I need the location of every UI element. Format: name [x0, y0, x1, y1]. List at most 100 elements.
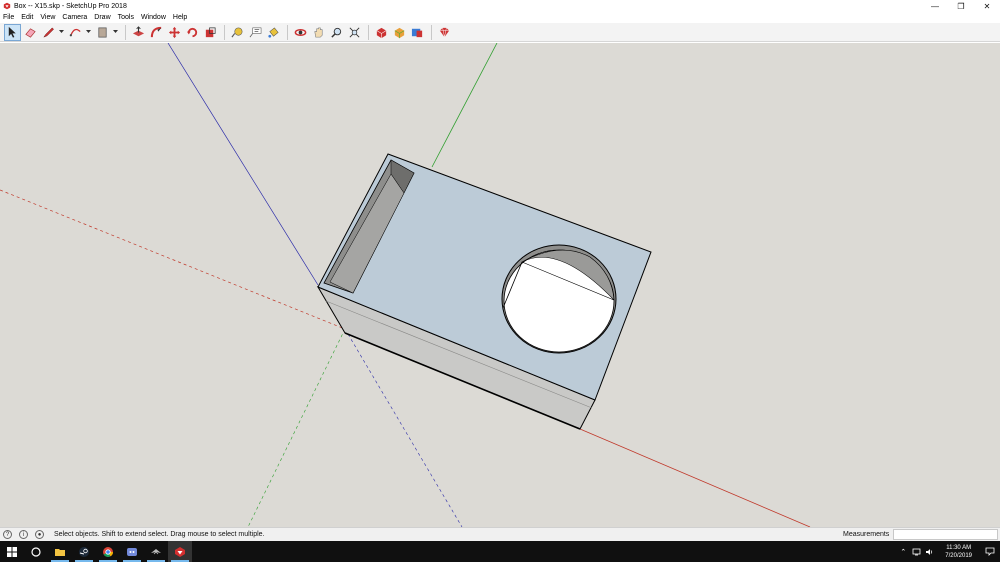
sketchup-app-icon [3, 2, 11, 10]
taskbar-file-explorer[interactable] [48, 541, 72, 562]
line-tool-button[interactable] [40, 24, 57, 41]
text-label-icon [249, 27, 262, 37]
user-icon[interactable]: ● [35, 530, 44, 539]
network-icon[interactable] [911, 547, 921, 557]
red-axis-dashed [0, 189, 346, 330]
push-pull-icon [132, 25, 145, 36]
orbit-tool-button[interactable] [292, 24, 309, 41]
windows-taskbar: ⌃ 11:30 AM 7/20/2019 [0, 541, 1000, 562]
steam-icon [79, 546, 89, 557]
eraser-tool-button[interactable] [22, 24, 39, 41]
system-tray: ⌃ 11:30 AM 7/20/2019 [898, 541, 1000, 562]
measurements-input[interactable] [893, 529, 998, 540]
layout-icon [411, 28, 423, 37]
zoom-extents-icon [349, 27, 360, 37]
windows-logo-icon [7, 546, 17, 557]
minimize-button[interactable]: — [922, 0, 948, 12]
chrome-icon [103, 546, 113, 557]
blue-axis [167, 43, 319, 286]
select-tool-button[interactable] [4, 23, 21, 41]
pencil-icon [43, 27, 54, 38]
ruby-gem-icon [439, 27, 450, 37]
window-title: Box -- X15.skp - SketchUp Pro 2018 [14, 2, 127, 10]
sketchup-icon [175, 546, 185, 557]
chevron-down-icon [112, 30, 118, 33]
menu-window[interactable]: Window [141, 14, 166, 21]
toolbar-separator [431, 24, 432, 40]
taskbar-app[interactable] [144, 541, 168, 562]
zoom-tool-button[interactable] [328, 24, 345, 41]
3d-warehouse-button[interactable] [373, 24, 390, 41]
scale-tool-button[interactable] [202, 24, 219, 41]
arc-tool-button[interactable] [67, 24, 84, 41]
discord-icon [127, 547, 137, 556]
rotate-tool-button[interactable] [184, 24, 201, 41]
shape-tool-dropdown[interactable] [112, 24, 118, 41]
menu-view[interactable]: View [40, 14, 55, 21]
tape-measure-icon [231, 27, 243, 37]
taskbar-discord[interactable] [120, 541, 144, 562]
menu-camera[interactable]: Camera [62, 14, 87, 21]
menu-tools[interactable]: Tools [118, 14, 134, 21]
taskbar-sketchup[interactable] [168, 541, 192, 562]
start-button[interactable] [0, 541, 24, 562]
clock-date: 7/20/2019 [945, 552, 972, 559]
move-tool-button[interactable] [166, 24, 183, 41]
cortana-circle-icon [31, 546, 41, 557]
paint-bucket-tool-button[interactable] [265, 24, 282, 41]
push-pull-tool-button[interactable] [130, 24, 147, 41]
follow-me-icon [150, 26, 162, 37]
taskbar-clock[interactable]: 11:30 AM 7/20/2019 [945, 544, 972, 560]
zoom-extents-tool-button[interactable] [346, 24, 363, 41]
menu-draw[interactable]: Draw [94, 14, 110, 21]
toolbar-separator [368, 24, 369, 40]
tape-measure-tool-button[interactable] [229, 24, 246, 41]
ruby-console-button[interactable] [436, 24, 453, 41]
spaceship-icon [151, 548, 161, 554]
taskbar-chrome[interactable] [96, 541, 120, 562]
arc-tool-dropdown[interactable] [85, 24, 91, 41]
taskbar-steam[interactable] [72, 541, 96, 562]
chevron-down-icon [85, 30, 91, 33]
pan-tool-button[interactable] [310, 24, 327, 41]
extension-icon [394, 27, 405, 38]
send-to-layout-button[interactable] [409, 24, 426, 41]
volume-icon[interactable] [924, 547, 934, 557]
status-message: Select objects. Shift to extend select. … [54, 531, 265, 538]
red-axis [579, 428, 811, 527]
hand-icon [314, 27, 323, 37]
title-bar: Box -- X15.skp - SketchUp Pro 2018 — ❐ ✕ [0, 0, 1000, 12]
arc-icon [69, 28, 81, 36]
shape-tool-button[interactable] [94, 24, 111, 41]
green-axis-dashed [247, 328, 346, 527]
follow-me-tool-button[interactable] [148, 24, 165, 41]
measurements-label: Measurements [843, 531, 890, 538]
cortana-button[interactable] [24, 541, 48, 562]
rotate-icon [186, 27, 198, 37]
toolbar-separator [287, 24, 288, 40]
menu-help[interactable]: Help [173, 14, 187, 21]
menu-file[interactable]: File [3, 14, 14, 21]
help-icon[interactable]: ? [3, 530, 12, 539]
notification-center-button[interactable] [980, 541, 1000, 562]
line-tool-dropdown[interactable] [58, 24, 64, 41]
drawing-viewport[interactable] [0, 43, 1000, 527]
eraser-icon [25, 27, 36, 38]
chevron-down-icon [58, 30, 64, 33]
rectangle-icon [98, 26, 107, 38]
folder-icon [55, 548, 65, 556]
toolbar [0, 23, 1000, 42]
status-bar: ? i ● Select objects. Shift to extend se… [0, 527, 1000, 541]
restore-button[interactable]: ❐ [948, 0, 974, 12]
close-button[interactable]: ✕ [974, 0, 1000, 12]
magnifier-icon [331, 27, 342, 38]
clock-time: 11:30 AM [946, 544, 972, 551]
menu-edit[interactable]: Edit [21, 14, 33, 21]
scene-canvas [0, 43, 811, 527]
menu-bar: File Edit View Camera Draw Tools Window … [0, 12, 1000, 23]
chevron-up-icon[interactable]: ⌃ [898, 547, 908, 557]
text-tool-button[interactable] [247, 24, 264, 41]
green-axis [431, 43, 498, 168]
info-icon[interactable]: i [19, 530, 28, 539]
extension-warehouse-button[interactable] [391, 24, 408, 41]
